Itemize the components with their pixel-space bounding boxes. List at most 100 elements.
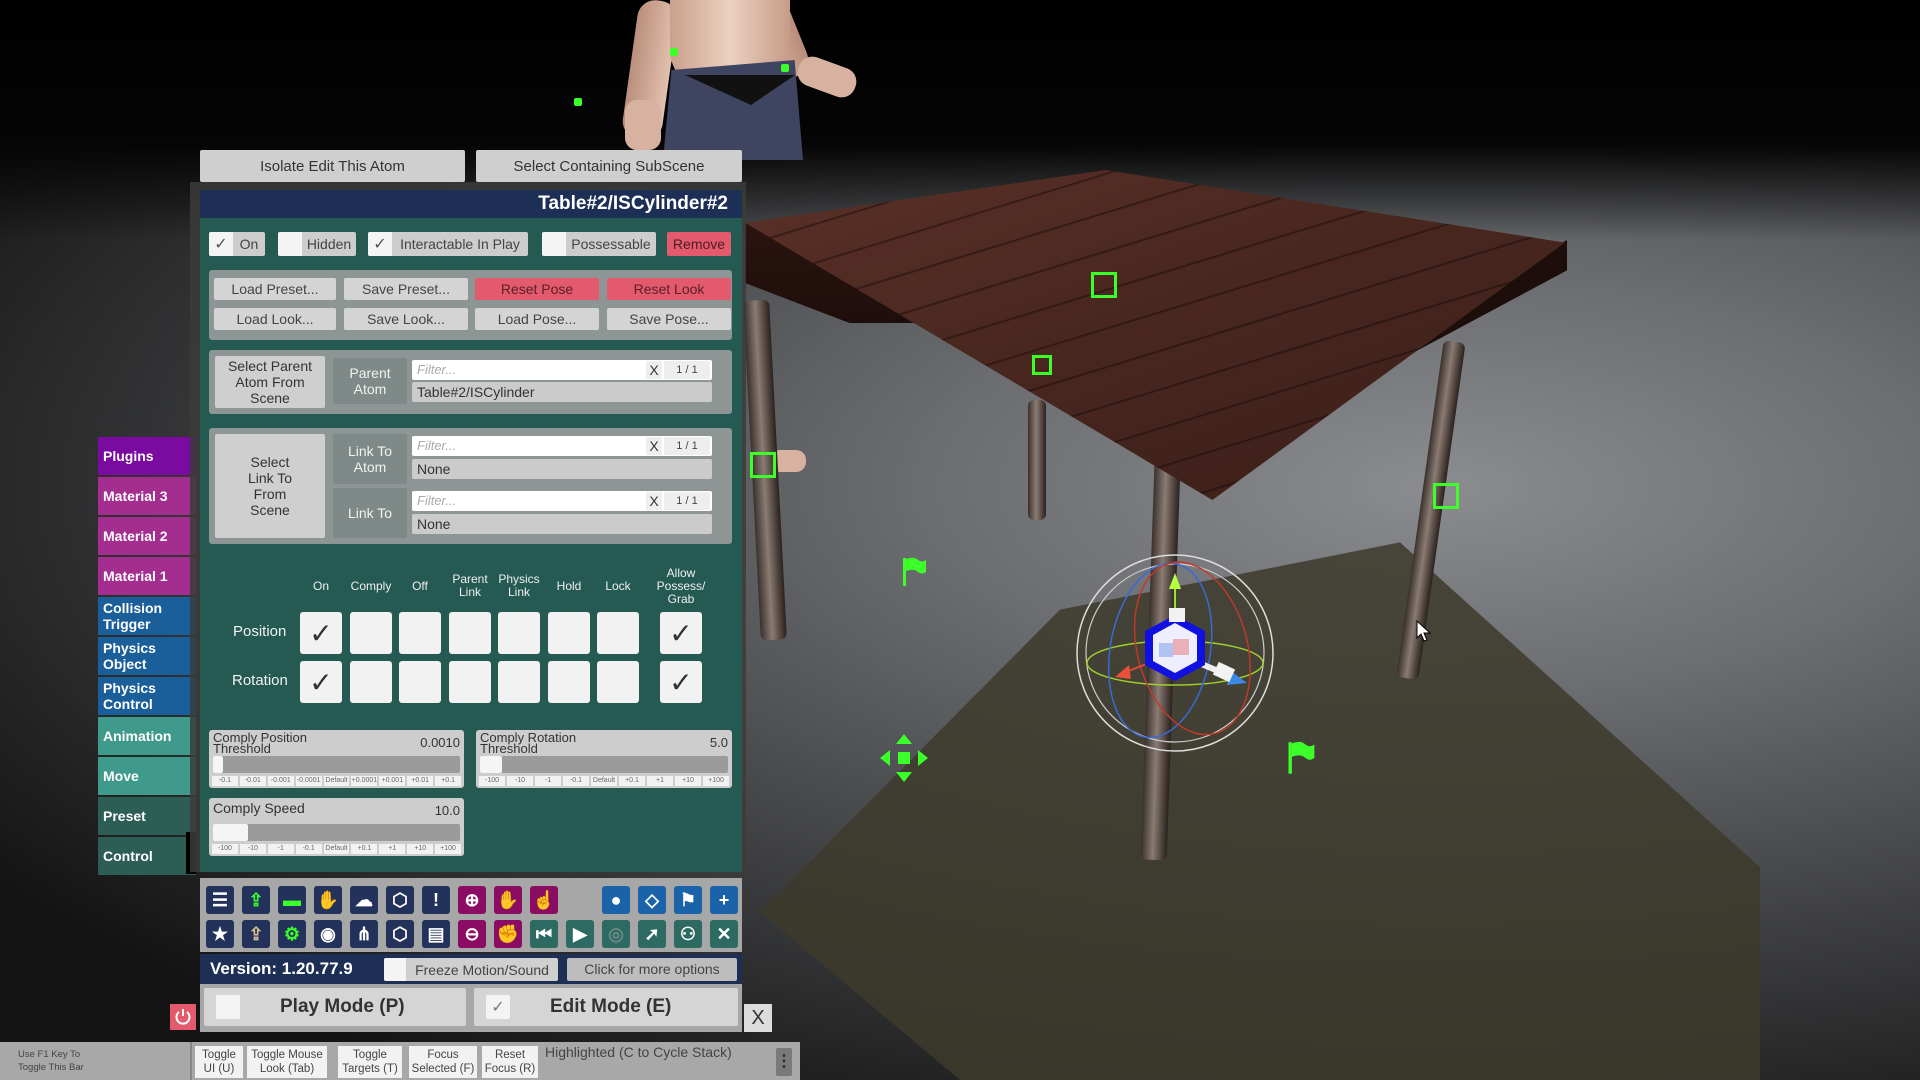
transform-gizmo[interactable]: [1075, 553, 1275, 753]
tab-physics-control[interactable]: Physics Control: [98, 677, 196, 715]
step-button[interactable]: -10: [239, 844, 266, 854]
tools-icon[interactable]: ✕: [710, 920, 738, 948]
cube-icon[interactable]: ⬡: [386, 886, 414, 914]
play-icon[interactable]: ▶: [566, 920, 594, 948]
state-checkbox[interactable]: [350, 661, 392, 703]
control-anchor-icon[interactable]: [1433, 483, 1459, 509]
interactable-in-play-toggle[interactable]: ✓ Interactable In Play: [368, 232, 528, 256]
slider-handle[interactable]: [213, 756, 223, 773]
select-containing-subscene-button[interactable]: Select Containing SubScene: [476, 150, 742, 182]
step-button[interactable]: -10: [507, 776, 533, 786]
load-look-button[interactable]: Load Look...: [214, 308, 336, 330]
power-button[interactable]: [170, 1004, 196, 1030]
state-checkbox[interactable]: [498, 612, 540, 654]
control-anchor-icon[interactable]: [1091, 272, 1117, 298]
unity-icon[interactable]: ◇: [638, 886, 666, 914]
slider-track[interactable]: [480, 756, 728, 773]
tab-plugins[interactable]: Plugins: [98, 437, 196, 475]
state-checkbox[interactable]: [498, 661, 540, 703]
add-person-icon[interactable]: ⊕: [458, 886, 486, 914]
cloud-download-icon[interactable]: ☁: [350, 886, 378, 914]
step-button[interactable]: +100: [435, 844, 462, 854]
tab-control[interactable]: Control: [98, 837, 196, 875]
slider-track[interactable]: [213, 756, 460, 773]
step-button[interactable]: +0.1: [435, 776, 462, 786]
tab-animation[interactable]: Animation: [98, 717, 196, 755]
step-button[interactable]: -1: [535, 776, 561, 786]
tab-move[interactable]: Move: [98, 757, 196, 795]
step-button[interactable]: Default: [323, 776, 350, 786]
control-node[interactable]: [781, 64, 789, 72]
link-to-select[interactable]: None: [412, 514, 712, 534]
remove-button[interactable]: Remove: [667, 232, 731, 256]
folder-settings-icon[interactable]: ⚙: [278, 920, 306, 948]
step-button[interactable]: -0.001: [267, 776, 294, 786]
flag-icon[interactable]: [902, 556, 928, 588]
edit-mode-button[interactable]: ✓ Edit Mode (E): [474, 988, 738, 1026]
state-checkbox[interactable]: [597, 661, 639, 703]
star-icon[interactable]: ★: [206, 920, 234, 948]
move-arrows-icon[interactable]: [878, 732, 930, 784]
state-checkbox[interactable]: [548, 661, 590, 703]
hotkey-toggle-targets-t[interactable]: Toggle Targets (T): [338, 1046, 402, 1078]
open-folder-icon[interactable]: ⇪: [242, 920, 270, 948]
step-button[interactable]: +1: [379, 844, 406, 854]
step-button[interactable]: +10: [407, 844, 434, 854]
step-button[interactable]: -100: [479, 776, 505, 786]
slider-handle[interactable]: [213, 824, 248, 841]
state-checkbox[interactable]: [449, 661, 491, 703]
parent-atom-select[interactable]: Table#2/ISCylinder: [412, 382, 712, 402]
close-ui-button[interactable]: X: [744, 1004, 772, 1032]
link-to-atom-select[interactable]: None: [412, 459, 712, 479]
step-button[interactable]: -1: [267, 844, 294, 854]
slider-track[interactable]: [213, 824, 460, 841]
step-button[interactable]: -0.0001: [295, 776, 322, 786]
on-toggle[interactable]: ✓ On: [209, 232, 265, 256]
target-icon[interactable]: ◎: [602, 920, 630, 948]
link-to-filter-input[interactable]: Filter... X 1 / 1: [412, 491, 712, 511]
select-link-to-button[interactable]: Select Link To From Scene: [215, 434, 325, 538]
hotkey-reset-focus-r[interactable]: Reset Focus (R): [482, 1046, 538, 1078]
link-to-atom-filter-input[interactable]: Filter... X 1 / 1: [412, 436, 712, 456]
hidden-toggle[interactable]: Hidden: [278, 232, 356, 256]
camera-icon[interactable]: ◉: [314, 920, 342, 948]
step-button[interactable]: +0.01: [407, 776, 434, 786]
flag-icon[interactable]: [1286, 740, 1318, 776]
hotkey-focus-selected-f[interactable]: Focus Selected (F): [409, 1046, 477, 1078]
state-checkbox[interactable]: ✓: [660, 661, 702, 703]
clear-filter-button[interactable]: X: [646, 437, 662, 455]
flag-icon[interactable]: ⚑: [674, 886, 702, 914]
step-button[interactable]: -100: [212, 844, 238, 854]
tab-material-1[interactable]: Material 1: [98, 557, 196, 595]
control-anchor-icon[interactable]: [750, 452, 776, 478]
grab-hand-icon[interactable]: ✊: [494, 920, 522, 948]
document-icon[interactable]: ▤: [422, 920, 450, 948]
tab-collision-trigger[interactable]: Collision Trigger: [98, 597, 196, 635]
character-figure[interactable]: [585, 0, 861, 160]
red-thumb-icon[interactable]: ✋: [314, 886, 342, 914]
cursor-icon[interactable]: ➚: [638, 920, 666, 948]
menu-icon[interactable]: ☰: [206, 886, 234, 914]
hand-icon[interactable]: ✋: [494, 886, 522, 914]
state-checkbox[interactable]: [449, 612, 491, 654]
reset-pose-button[interactable]: Reset Pose: [475, 278, 599, 300]
control-node[interactable]: [574, 98, 582, 106]
step-button[interactable]: -0.1: [563, 776, 589, 786]
select-parent-atom-button[interactable]: Select Parent Atom From Scene: [215, 356, 325, 408]
package-icon[interactable]: ⬡: [386, 920, 414, 948]
parent-atom-filter-input[interactable]: Filter... X 1 / 1: [412, 360, 712, 380]
control-node[interactable]: [670, 48, 678, 56]
save-pose-button[interactable]: Save Pose...: [607, 308, 731, 330]
state-checkbox[interactable]: [597, 612, 639, 654]
folder-icon[interactable]: ▬: [278, 886, 306, 914]
step-button[interactable]: +0.0001: [351, 776, 378, 786]
step-button[interactable]: +100: [703, 776, 729, 786]
plus-icon[interactable]: +: [710, 886, 738, 914]
step-button[interactable]: +1: [647, 776, 673, 786]
clear-filter-button[interactable]: X: [646, 361, 662, 379]
step-button[interactable]: -0.1: [295, 844, 322, 854]
step-button[interactable]: -0.01: [239, 776, 266, 786]
alert-icon[interactable]: !: [422, 886, 450, 914]
skip-back-icon[interactable]: ⏮: [530, 920, 558, 948]
step-button[interactable]: +0.1: [351, 844, 378, 854]
